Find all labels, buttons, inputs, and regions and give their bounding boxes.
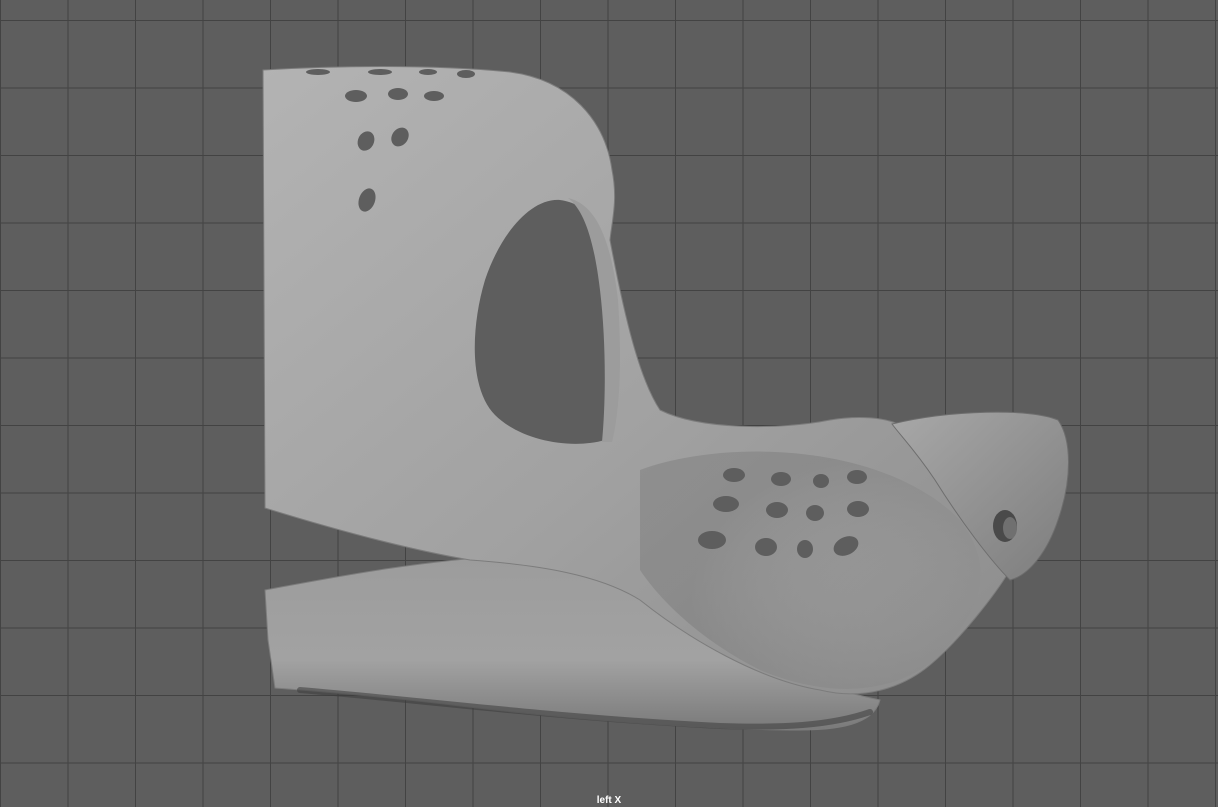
camera-label: left X bbox=[596, 795, 622, 806]
muzzle-model[interactable] bbox=[0, 0, 1218, 807]
viewport-3d[interactable]: left X bbox=[0, 0, 1218, 807]
